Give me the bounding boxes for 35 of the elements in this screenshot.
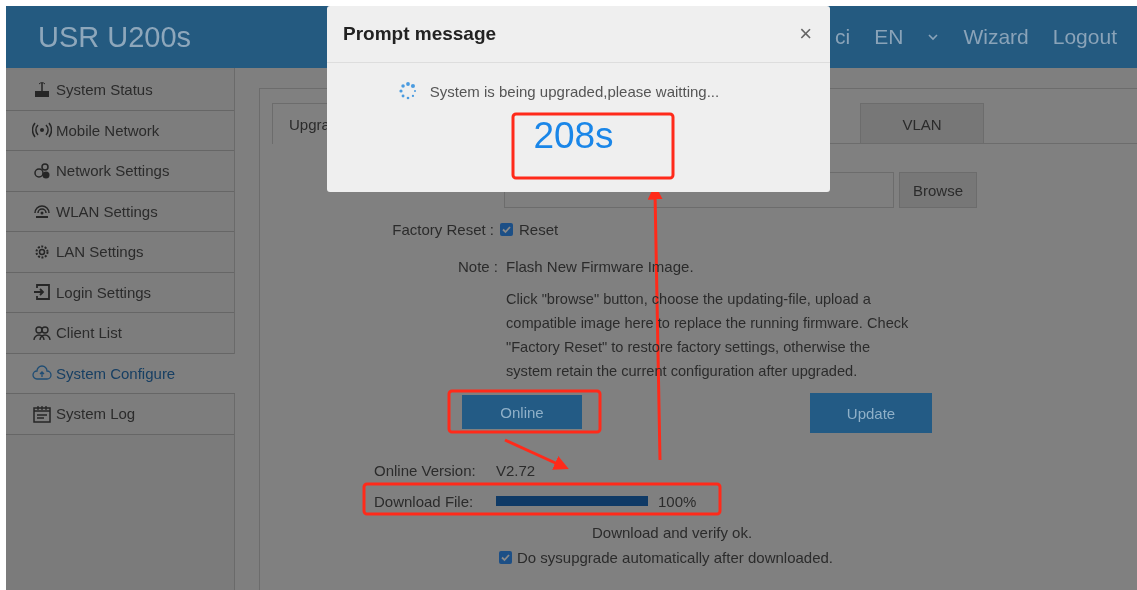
users-icon [32, 323, 52, 342]
cloud-upload-icon [32, 364, 52, 383]
online-button[interactable]: Online [462, 395, 582, 429]
checkbox-label: Do sysupgrade automatically after downloaded. [517, 549, 834, 566]
checkbox[interactable] [499, 551, 512, 564]
broadcast-icon [32, 121, 52, 140]
spinner-icon [397, 81, 418, 101]
field-label: Note : [456, 258, 499, 275]
field-label: Online Version: [374, 461, 477, 479]
checkbox[interactable] [500, 223, 513, 236]
sidebar-item[interactable]: System Configure [6, 353, 235, 394]
tab[interactable]: VLAN [860, 103, 984, 143]
status-text: Download and verify ok. [592, 524, 754, 541]
nav-link[interactable]: Wizard [963, 25, 1029, 49]
browse-button[interactable]: Browse [899, 172, 977, 208]
nav-item[interactable]: ci [835, 25, 851, 49]
update-button[interactable]: Update [810, 393, 932, 433]
calendar-icon [32, 404, 52, 423]
wifi-icon [32, 202, 52, 221]
chevron-down-icon[interactable] [927, 33, 940, 41]
version-value: V2.72 [496, 461, 536, 479]
progress-reading: 100% [658, 492, 697, 510]
language-select[interactable]: EN [874, 25, 904, 49]
login-icon [32, 283, 52, 302]
countdown-text: 208s [533, 115, 614, 157]
dialog-title: Prompt message [343, 23, 497, 45]
network-gears-icon [32, 161, 52, 180]
router-icon [32, 80, 52, 99]
dialog-message: System is being upgraded,please waitting... [429, 82, 720, 100]
logo-text: USR U200s [38, 20, 192, 54]
field-label: Download File: [374, 492, 475, 510]
field-label: Factory Reset : [391, 221, 494, 238]
checkbox-label: Reset [519, 221, 559, 238]
nav-link[interactable]: Logout [1052, 25, 1117, 49]
close-button[interactable]: × [797, 21, 814, 47]
